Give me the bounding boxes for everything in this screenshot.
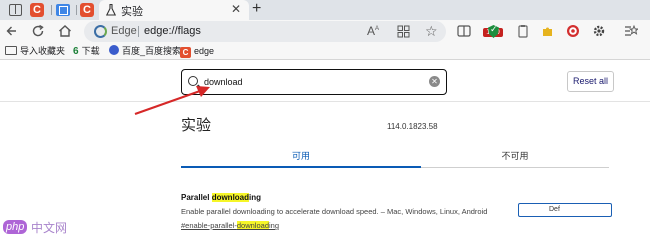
annotation-arrow: [134, 86, 210, 116]
watermark-logo: php: [3, 220, 28, 234]
browser-window: C C 实验 ✕ + Edge edge://flags AA ☆ ✓ 导入收藏…: [0, 0, 650, 241]
watermark-text: 中文网: [31, 221, 68, 235]
